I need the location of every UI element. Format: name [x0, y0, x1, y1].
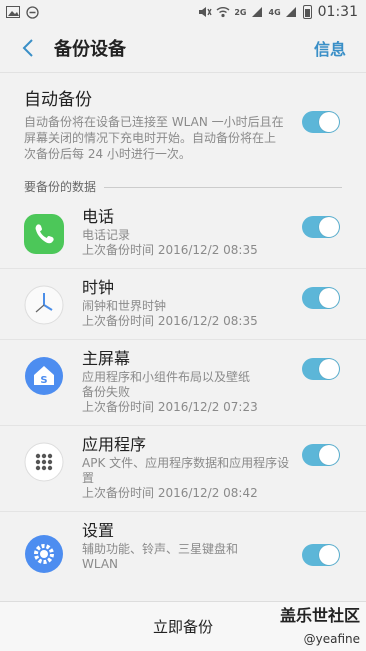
item-status: 备份失败 — [82, 385, 131, 399]
item-description: 电话记录 — [82, 228, 131, 242]
app-header: 备份设备 信息 — [0, 24, 366, 73]
auto-backup-description: 自动备份将在设备已连接至 WLAN 一小时后且在屏幕关闭的情况下充电时开始。自动… — [24, 115, 284, 161]
list-item-apps[interactable]: 应用程序 APK 文件、应用程序数据和应用程序设置 上次备份时间 2016/12… — [0, 425, 366, 511]
item-last-backup: 上次备份时间 2016/12/2 08:35 — [82, 243, 258, 257]
network-4g-label: 4G — [268, 7, 281, 17]
item-last-backup: 上次备份时间 2016/12/2 07:23 — [82, 400, 258, 414]
mute-icon — [198, 6, 212, 18]
item-last-backup: 上次备份时间 2016/12/2 08:35 — [82, 314, 258, 328]
battery-icon — [302, 5, 312, 19]
home-screen-backup-toggle[interactable] — [302, 358, 340, 380]
phone-icon — [24, 214, 64, 254]
settings-backup-toggle[interactable] — [302, 544, 340, 566]
item-title: 设置 — [82, 521, 115, 540]
wifi-icon — [216, 6, 230, 18]
section-header-label: 要备份的数据 — [24, 180, 97, 194]
watermark: 盖乐世社区 @yeafine — [280, 602, 360, 646]
item-description: 辅助功能、铃声、三星键盘和 — [82, 542, 239, 556]
svg-text:S: S — [40, 375, 47, 386]
page-title: 备份设备 — [54, 39, 126, 60]
list-item-settings[interactable]: 设置 辅助功能、铃声、三星键盘和 WLAN — [0, 511, 366, 584]
item-description-2: WLAN — [82, 557, 119, 571]
auto-backup-title: 自动备份 — [24, 90, 92, 110]
backup-now-button[interactable]: 立即备份 — [153, 616, 213, 637]
signal-icon-2 — [285, 6, 299, 18]
back-button[interactable] — [8, 24, 48, 72]
content-area: 自动备份 自动备份将在设备已连接至 WLAN 一小时后且在屏幕关闭的情况下充电时… — [0, 73, 366, 601]
auto-backup-toggle[interactable] — [302, 111, 340, 133]
list-item-home-screen[interactable]: S 主屏幕 应用程序和小组件布局以及壁纸 备份失败 上次备份时间 2016/12… — [0, 339, 366, 425]
item-description: 闹钟和世界时钟 — [82, 299, 167, 313]
item-title: 主屏幕 — [82, 349, 131, 368]
home-screen-icon: S — [24, 356, 64, 396]
status-bar: 2G 4G 01:31 — [0, 0, 366, 24]
list-item-clock[interactable]: 时钟 闹钟和世界时钟 上次备份时间 2016/12/2 08:35 — [0, 268, 366, 339]
section-header: 要备份的数据 — [0, 176, 366, 198]
clock-icon — [24, 285, 64, 325]
apps-backup-toggle[interactable] — [302, 444, 340, 466]
watermark-line2: @yeafine — [303, 632, 360, 646]
item-description: 应用程序和小组件布局以及壁纸 — [82, 370, 251, 384]
settings-icon — [24, 534, 64, 574]
auto-backup-row[interactable]: 自动备份 自动备份将在设备已连接至 WLAN 一小时后且在屏幕关闭的情况下充电时… — [0, 73, 366, 176]
item-title: 电话 — [82, 207, 115, 226]
phone-backup-toggle[interactable] — [302, 216, 340, 238]
network-2g-label: 2G — [234, 7, 247, 17]
list-item-phone[interactable]: 电话 电话记录 上次备份时间 2016/12/2 08:35 — [0, 198, 366, 268]
status-time: 01:31 — [317, 4, 358, 20]
back-arrow-icon — [22, 39, 33, 57]
item-last-backup: 上次备份时间 2016/12/2 08:42 — [82, 486, 258, 500]
item-description: APK 文件、应用程序数据和应用程序设置 — [82, 456, 290, 485]
info-button[interactable]: 信息 — [314, 36, 346, 60]
section-divider — [104, 186, 342, 188]
apps-icon — [24, 442, 64, 482]
item-title: 应用程序 — [82, 435, 147, 454]
gallery-notification-icon — [6, 6, 20, 18]
signal-icon — [251, 6, 265, 18]
watermark-line1: 盖乐世社区 — [279, 606, 360, 625]
minus-circle-icon — [26, 6, 40, 19]
clock-backup-toggle[interactable] — [302, 287, 340, 309]
item-title: 时钟 — [82, 278, 115, 297]
